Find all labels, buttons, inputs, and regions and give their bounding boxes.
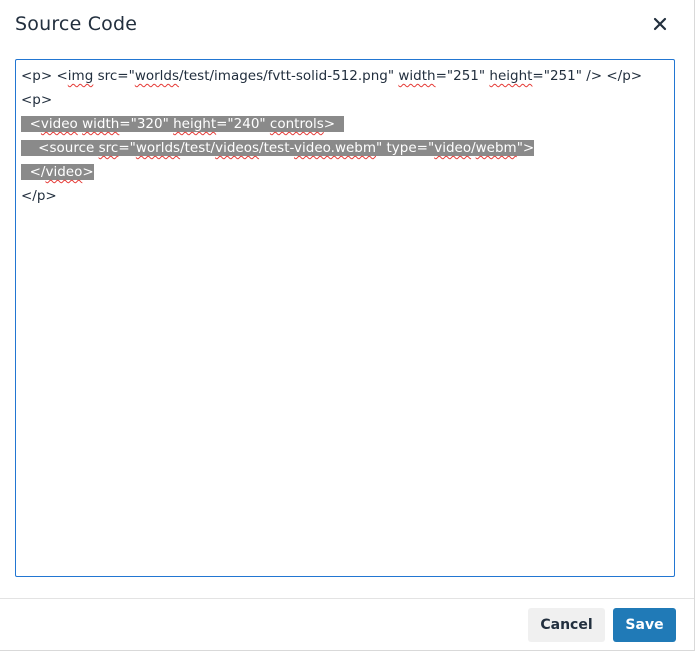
code-token: " type=" [376, 140, 435, 156]
misspelled-token: img [67, 68, 94, 84]
misspelled-token: src [98, 140, 119, 156]
code-token: "> [516, 140, 535, 156]
code-line: <p> [21, 88, 52, 112]
code-token: ="251" /> </p> [532, 68, 643, 84]
footer-divider [0, 598, 694, 599]
selected-code-text: <source src="worlds/test/videos/test-vid… [21, 140, 535, 156]
cancel-button[interactable]: Cancel [528, 608, 605, 642]
code-token: > [323, 116, 344, 132]
close-icon [653, 17, 667, 31]
misspelled-token: video.webm [294, 140, 377, 156]
code-token: /test/images/fvtt-solid-512.png" [179, 68, 399, 84]
code-text: <p> [21, 92, 52, 108]
code-token: /test/ [180, 140, 216, 156]
code-token: <p> < [21, 68, 68, 84]
misspelled-token: width [398, 68, 436, 84]
save-button[interactable]: Save [613, 608, 676, 642]
code-text: </p> [21, 188, 57, 204]
source-code-textarea[interactable]: <p> <img src="worlds/test/images/fvtt-so… [15, 59, 675, 577]
misspelled-token: webm [475, 140, 517, 156]
code-token: =" [118, 140, 136, 156]
code-line: <video width="320" height="240" controls… [21, 112, 344, 136]
code-token: ="240" [216, 116, 270, 132]
misspelled-token: width [82, 116, 120, 132]
misspelled-token: video [434, 140, 472, 156]
misspelled-token: videos [215, 140, 260, 156]
code-line: </p> [21, 184, 57, 208]
code-token: src=" [93, 68, 135, 84]
close-button[interactable] [648, 12, 672, 36]
code-token: < [21, 116, 41, 132]
selected-code-text: <video width="320" height="240" controls… [21, 116, 344, 132]
code-token: </ [21, 164, 46, 180]
misspelled-token: video [40, 116, 78, 132]
code-token: <p> [21, 92, 53, 108]
code-token: </p> [21, 188, 57, 204]
selected-code-text: </video> [21, 164, 94, 180]
source-code-dialog: Source Code <p> <img src="worlds/test/im… [0, 0, 695, 651]
misspelled-token: height [173, 116, 217, 132]
code-token: /test- [259, 140, 295, 156]
misspelled-token: worlds [134, 68, 180, 84]
misspelled-token: worlds [135, 140, 181, 156]
code-text: <p> <img src="worlds/test/images/fvtt-so… [21, 68, 642, 84]
code-token: ="320" [119, 116, 174, 132]
code-token: ="251" [435, 68, 490, 84]
misspelled-token: video [45, 164, 83, 180]
misspelled-token: controls [269, 116, 324, 132]
code-line: <source src="worlds/test/videos/test-vid… [21, 136, 535, 160]
misspelled-token: height [489, 68, 533, 84]
code-line: <p> <img src="worlds/test/images/fvtt-so… [21, 64, 642, 88]
code-line: </video> [21, 160, 94, 184]
code-token: > [82, 164, 94, 180]
code-token: <source [21, 140, 99, 156]
dialog-title: Source Code [15, 13, 138, 35]
